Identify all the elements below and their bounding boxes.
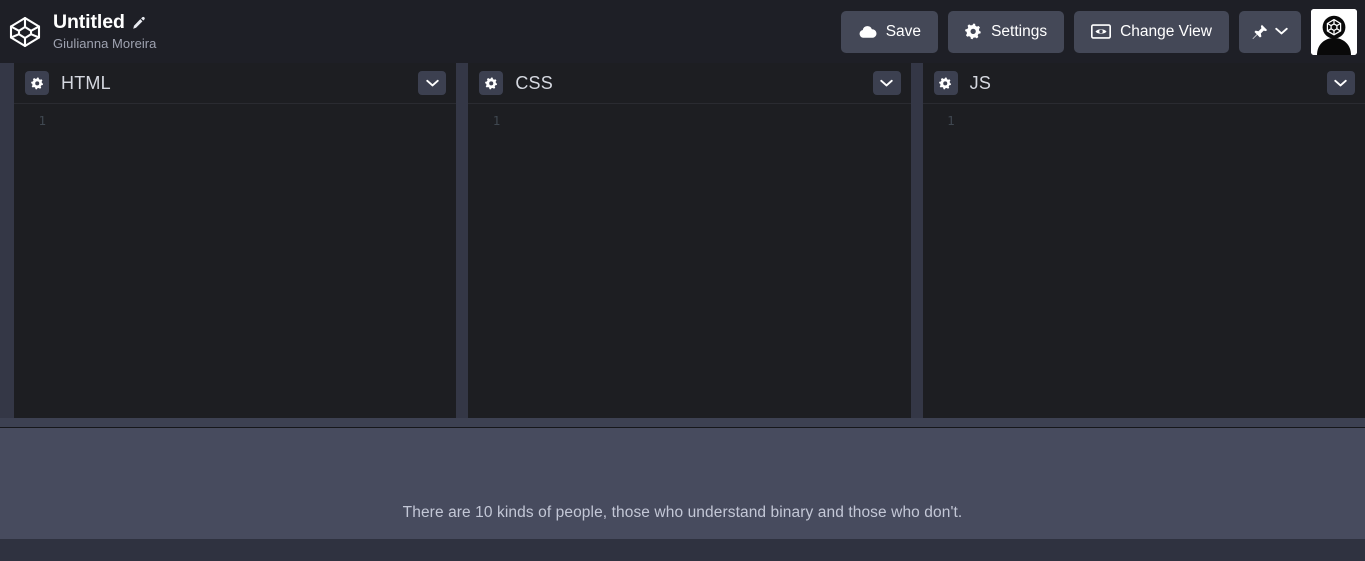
save-button[interactable]: Save — [840, 10, 939, 53]
header-actions: Save Settings Change View — [840, 8, 1365, 55]
html-collapse-button[interactable] — [418, 71, 447, 95]
pin-dropdown-button[interactable] — [1239, 10, 1301, 53]
editor-drag-handle-2[interactable] — [910, 63, 923, 418]
codepen-logo-icon[interactable] — [8, 15, 42, 49]
cloud-icon — [858, 25, 877, 39]
page-title[interactable]: Untitled — [53, 13, 125, 33]
code-line: 1 — [923, 104, 1365, 129]
line-number: 1 — [38, 113, 46, 128]
css-collapse-button[interactable] — [872, 71, 901, 95]
editor-header-html: HTML — [14, 63, 457, 104]
js-collapse-button[interactable] — [1326, 71, 1355, 95]
preview-quote: There are 10 kinds of people, those who … — [402, 504, 963, 521]
pencil-icon[interactable] — [132, 16, 146, 30]
change-view-button[interactable]: Change View — [1074, 10, 1229, 53]
save-button-label: Save — [885, 22, 922, 40]
codepen-editor-app: Untitled Giulianna Moreira Save Settings… — [0, 0, 1365, 561]
editor-title-css: CSS — [515, 72, 553, 93]
pin-icon — [1252, 24, 1268, 40]
editor-title-js: JS — [969, 72, 992, 93]
css-settings-button[interactable] — [479, 71, 504, 95]
js-settings-button[interactable] — [933, 71, 958, 95]
change-view-button-label: Change View — [1120, 22, 1212, 40]
preview-footer-bar — [0, 539, 1365, 561]
pen-title-row: Untitled — [53, 13, 156, 33]
code-line: 1 — [468, 104, 910, 129]
preview-pane[interactable]: There are 10 kinds of people, those who … — [0, 428, 1365, 561]
gear-icon — [965, 23, 982, 40]
chevron-down-icon — [1275, 27, 1288, 36]
editor-header-js: JS — [922, 63, 1365, 104]
brand-block: Untitled Giulianna Moreira — [8, 13, 156, 50]
line-number: 1 — [492, 113, 501, 128]
code-editor-html[interactable]: 1 — [14, 104, 457, 418]
code-editor-css[interactable]: 1 — [468, 104, 911, 418]
settings-button[interactable]: Settings — [948, 10, 1065, 53]
html-settings-button[interactable] — [25, 71, 49, 95]
editor-pane-html: HTML 1 — [14, 63, 457, 418]
preview-resize-handle[interactable] — [0, 418, 1365, 428]
editor-panes-row: HTML 1 CSS 1 JS 1 — [0, 63, 1365, 418]
settings-button-label: Settings — [991, 22, 1048, 40]
editor-drag-handle-1[interactable] — [456, 63, 469, 418]
editor-pane-js: JS 1 — [922, 63, 1365, 418]
pen-author[interactable]: Giulianna Moreira — [53, 37, 156, 50]
editor-title-html: HTML — [61, 72, 111, 93]
editor-pane-css: CSS 1 — [468, 63, 911, 418]
app-header: Untitled Giulianna Moreira Save Settings… — [0, 0, 1365, 63]
pen-meta: Untitled Giulianna Moreira — [53, 13, 156, 50]
left-margin — [0, 63, 14, 418]
editor-header-css: CSS — [468, 63, 911, 104]
eye-in-box-icon — [1091, 24, 1112, 39]
line-number: 1 — [947, 113, 955, 128]
avatar[interactable] — [1311, 8, 1357, 55]
code-editor-js[interactable]: 1 — [922, 104, 1365, 418]
code-line: 1 — [14, 104, 456, 129]
